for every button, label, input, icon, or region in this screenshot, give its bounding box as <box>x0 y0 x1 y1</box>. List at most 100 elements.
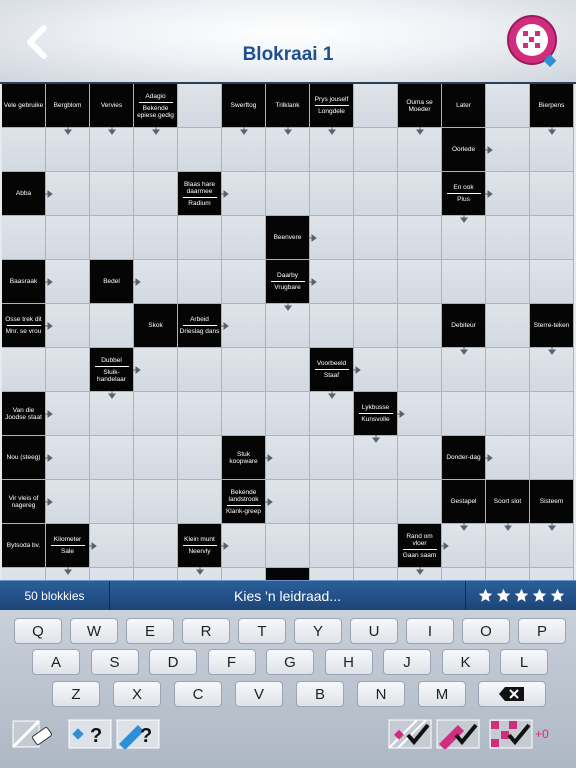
clue-cell[interactable]: Baasraak <box>2 260 53 304</box>
letter-cell[interactable] <box>442 568 486 580</box>
letter-cell[interactable] <box>134 392 178 436</box>
letter-cell[interactable] <box>178 348 222 392</box>
letter-cell[interactable] <box>398 216 442 260</box>
letter-cell[interactable] <box>354 128 398 172</box>
clue-cell[interactable]: Vir vleis of nagereg <box>2 480 53 524</box>
clue-cell[interactable]: Later <box>442 84 486 128</box>
letter-cell[interactable] <box>354 480 398 524</box>
letter-cell[interactable] <box>134 568 178 580</box>
letter-cell[interactable] <box>134 216 178 260</box>
letter-cell[interactable] <box>178 84 222 128</box>
clue-cell[interactable]: Bedel <box>90 260 141 304</box>
clue-cell[interactable]: Vele gebruike <box>2 84 53 128</box>
key-h[interactable]: H <box>324 649 373 675</box>
clue-cell[interactable]: Stuk koopware <box>222 436 273 480</box>
letter-cell[interactable] <box>354 172 398 216</box>
clue-cell[interactable]: Verag <box>266 568 310 580</box>
letter-cell[interactable] <box>354 304 398 348</box>
key-i[interactable]: I <box>406 618 454 644</box>
letter-cell[interactable] <box>178 436 222 480</box>
letter-cell[interactable] <box>90 216 134 260</box>
clue-cell[interactable]: Soort slot <box>486 480 530 531</box>
letter-cell[interactable] <box>398 348 442 392</box>
clue-prompt[interactable]: Kies 'n leidraad... <box>110 581 466 610</box>
clue-cell[interactable]: Nou (steeg) <box>2 436 53 480</box>
letter-cell[interactable] <box>90 568 134 580</box>
letter-cell[interactable] <box>222 216 266 260</box>
letter-cell[interactable] <box>354 84 398 128</box>
clue-cell[interactable]: Prys jouself Longdele <box>310 84 354 135</box>
clue-cell[interactable]: Vervies <box>90 84 134 135</box>
clue-cell[interactable]: Blaas hare daarmee Radium <box>178 172 229 216</box>
clue-cell[interactable]: Adagio Bekende epiese gedig <box>134 84 178 135</box>
reveal-word-button[interactable]: ? <box>116 718 160 750</box>
letter-cell[interactable] <box>178 480 222 524</box>
clue-cell[interactable]: Bytsoda bv. <box>2 524 46 568</box>
key-j[interactable]: J <box>383 649 431 675</box>
letter-cell[interactable] <box>266 172 310 216</box>
letter-cell[interactable] <box>134 436 178 480</box>
backspace-key[interactable] <box>478 681 546 707</box>
letter-cell[interactable] <box>442 392 486 436</box>
letter-cell[interactable] <box>486 392 530 436</box>
clue-cell[interactable]: Gestapel <box>442 480 486 531</box>
letter-cell[interactable] <box>398 260 442 304</box>
key-a[interactable]: A <box>32 649 80 675</box>
letter-cell[interactable] <box>266 348 310 392</box>
clue-cell[interactable]: Ouma se Moeder <box>398 84 442 135</box>
letter-cell[interactable] <box>90 436 134 480</box>
letter-cell[interactable] <box>530 216 574 260</box>
letter-cell[interactable] <box>134 524 178 568</box>
letter-cell[interactable] <box>178 216 222 260</box>
letter-cell[interactable] <box>90 480 134 524</box>
check-grid-button[interactable]: +0 <box>484 718 554 750</box>
clue-cell[interactable]: Skok <box>134 304 178 348</box>
clue-cell[interactable]: Voorbeeld Staaf <box>310 348 361 399</box>
letter-cell[interactable] <box>46 348 90 392</box>
letter-cell[interactable] <box>530 436 574 480</box>
key-p[interactable]: P <box>518 618 566 644</box>
letter-cell[interactable] <box>354 568 398 580</box>
letter-cell[interactable] <box>222 568 266 580</box>
key-q[interactable]: Q <box>14 618 62 644</box>
letter-cell[interactable] <box>310 524 354 568</box>
clue-cell[interactable]: Bergblom <box>46 84 90 135</box>
key-m[interactable]: M <box>418 681 466 707</box>
letter-cell[interactable] <box>222 260 266 304</box>
clue-cell[interactable]: Kilometer Sale <box>46 524 97 575</box>
letter-cell[interactable] <box>178 392 222 436</box>
reveal-letter-button[interactable]: ? <box>68 718 112 750</box>
clue-cell[interactable]: Klein munt Neervly <box>178 524 229 575</box>
check-word-button[interactable] <box>436 718 480 750</box>
clue-cell[interactable]: En ook Plus <box>442 172 493 223</box>
key-n[interactable]: N <box>357 681 405 707</box>
key-w[interactable]: W <box>70 618 118 644</box>
letter-cell[interactable] <box>398 436 442 480</box>
letter-cell[interactable] <box>2 216 46 260</box>
clue-cell[interactable]: Sisteem <box>530 480 574 531</box>
letter-cell[interactable] <box>486 568 530 580</box>
letter-cell[interactable] <box>134 480 178 524</box>
key-o[interactable]: O <box>462 618 510 644</box>
letter-cell[interactable] <box>178 128 222 172</box>
clue-cell[interactable]: Van die Joodse staat <box>2 392 53 436</box>
letter-cell[interactable] <box>310 172 354 216</box>
letter-cell[interactable] <box>398 172 442 216</box>
letter-cell[interactable] <box>46 216 90 260</box>
letter-cell[interactable] <box>90 172 134 216</box>
key-d[interactable]: D <box>149 649 197 675</box>
letter-cell[interactable] <box>90 304 134 348</box>
clue-cell[interactable]: Dubbel Sluik-handelaar <box>90 348 141 399</box>
key-e[interactable]: E <box>126 618 174 644</box>
letter-cell[interactable] <box>134 172 178 216</box>
key-y[interactable]: Y <box>294 618 342 644</box>
letter-cell[interactable] <box>530 568 574 580</box>
key-r[interactable]: R <box>182 618 230 644</box>
key-l[interactable]: L <box>500 649 548 675</box>
clue-cell[interactable]: Donder-dag <box>442 436 493 480</box>
key-z[interactable]: Z <box>52 681 100 707</box>
clue-cell[interactable]: Abba <box>2 172 53 216</box>
letter-cell[interactable] <box>310 568 354 580</box>
letter-cell[interactable] <box>486 348 530 392</box>
clue-cell[interactable]: Lykbusse Kunsvolle <box>354 392 405 443</box>
